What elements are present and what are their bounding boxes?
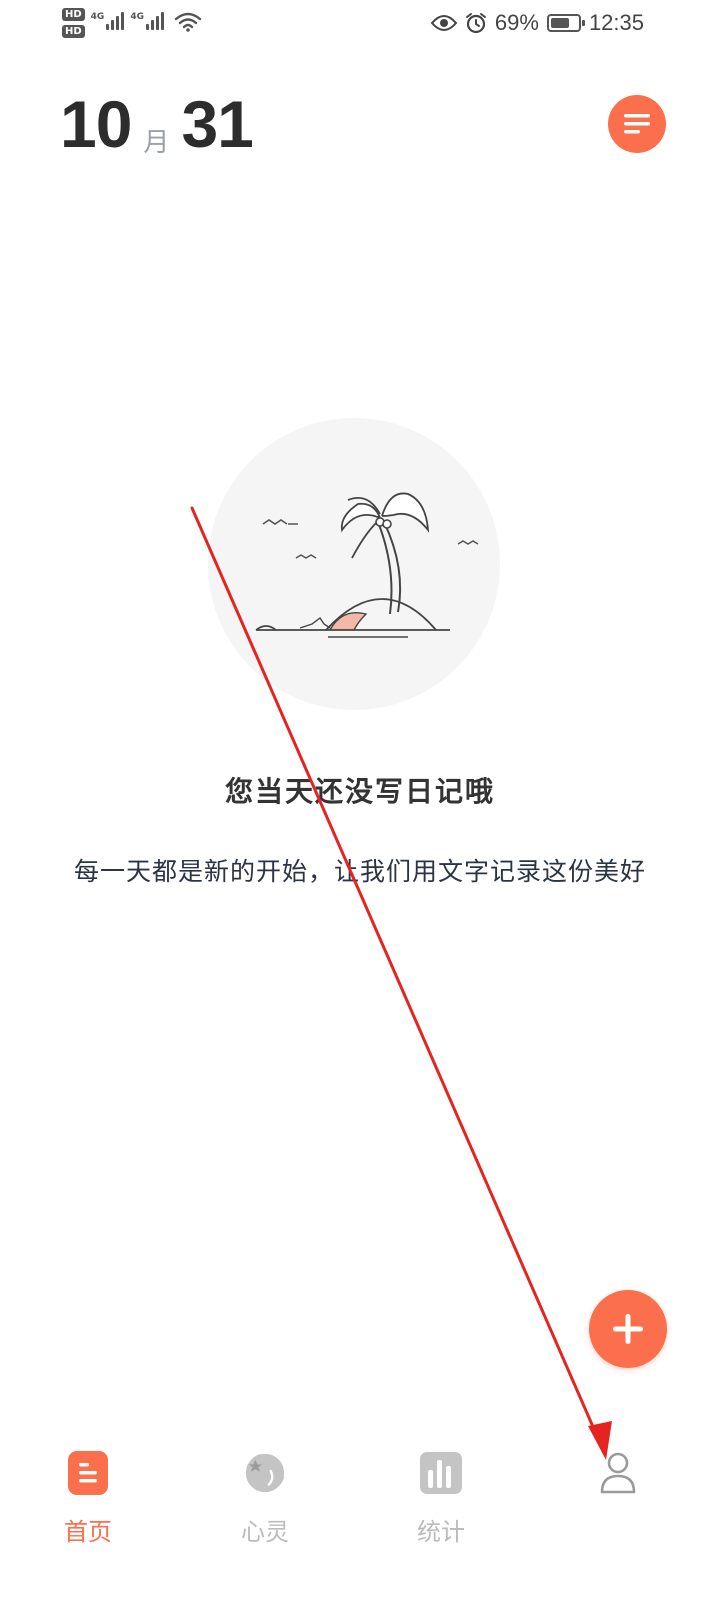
nav-label-stats: 统计: [417, 1518, 465, 1546]
bar-chart-icon: [418, 1450, 464, 1496]
island-illustration: [255, 492, 479, 638]
date-month: 10: [60, 87, 132, 161]
list-icon: [624, 114, 650, 134]
network-label-1: 4G: [90, 12, 105, 22]
signal-bars-icon: [145, 12, 164, 30]
empty-state-title: 您当天还没写日记哦: [224, 775, 495, 808]
status-bar: HD HD 4G 4G 69% 12:35: [0, 0, 720, 50]
signal-1: 4G: [91, 12, 125, 30]
nav-item-soul[interactable]: 心灵: [205, 1450, 325, 1547]
status-time: 12:35: [588, 10, 644, 35]
date-day: 31: [181, 87, 253, 161]
home-doc-icon: [65, 1450, 111, 1496]
date-header: 10 月 31: [60, 84, 254, 164]
add-diary-button[interactable]: [589, 1290, 667, 1368]
date-month-unit: 月: [143, 128, 170, 158]
moon-star-icon: [242, 1450, 288, 1496]
eye-icon: [430, 15, 457, 31]
hd-badge-2: HD: [62, 25, 85, 38]
empty-state-subtitle: 每一天都是新的开始，让我们用文字记录这份美好: [73, 857, 646, 886]
nav-label-home: 首页: [64, 1518, 112, 1546]
nav-label-soul: 心灵: [241, 1518, 289, 1546]
profile-icon: [595, 1450, 641, 1496]
bottom-nav: 首页 心灵 统计: [0, 1430, 720, 1600]
nav-item-home[interactable]: 首页: [28, 1450, 148, 1547]
plus-icon: [613, 1314, 643, 1344]
network-label-2: 4G: [130, 12, 144, 22]
status-left: HD HD 4G 4G: [62, 8, 202, 38]
status-right: 69% 12:35: [430, 10, 644, 36]
battery-icon: [546, 14, 585, 32]
battery-percent: 69%: [494, 10, 539, 35]
signal-bars-icon: [106, 12, 125, 30]
battery-level: [550, 18, 569, 28]
wifi-icon: [174, 12, 202, 32]
hd-badge-1: HD: [62, 8, 85, 21]
island-palm-icon: [208, 418, 500, 710]
menu-button[interactable]: [608, 95, 666, 153]
nav-item-stats[interactable]: 统计: [381, 1450, 501, 1547]
signal-2: 4G: [130, 12, 164, 30]
alarm-icon: [465, 13, 486, 34]
nav-item-profile[interactable]: [558, 1450, 678, 1512]
